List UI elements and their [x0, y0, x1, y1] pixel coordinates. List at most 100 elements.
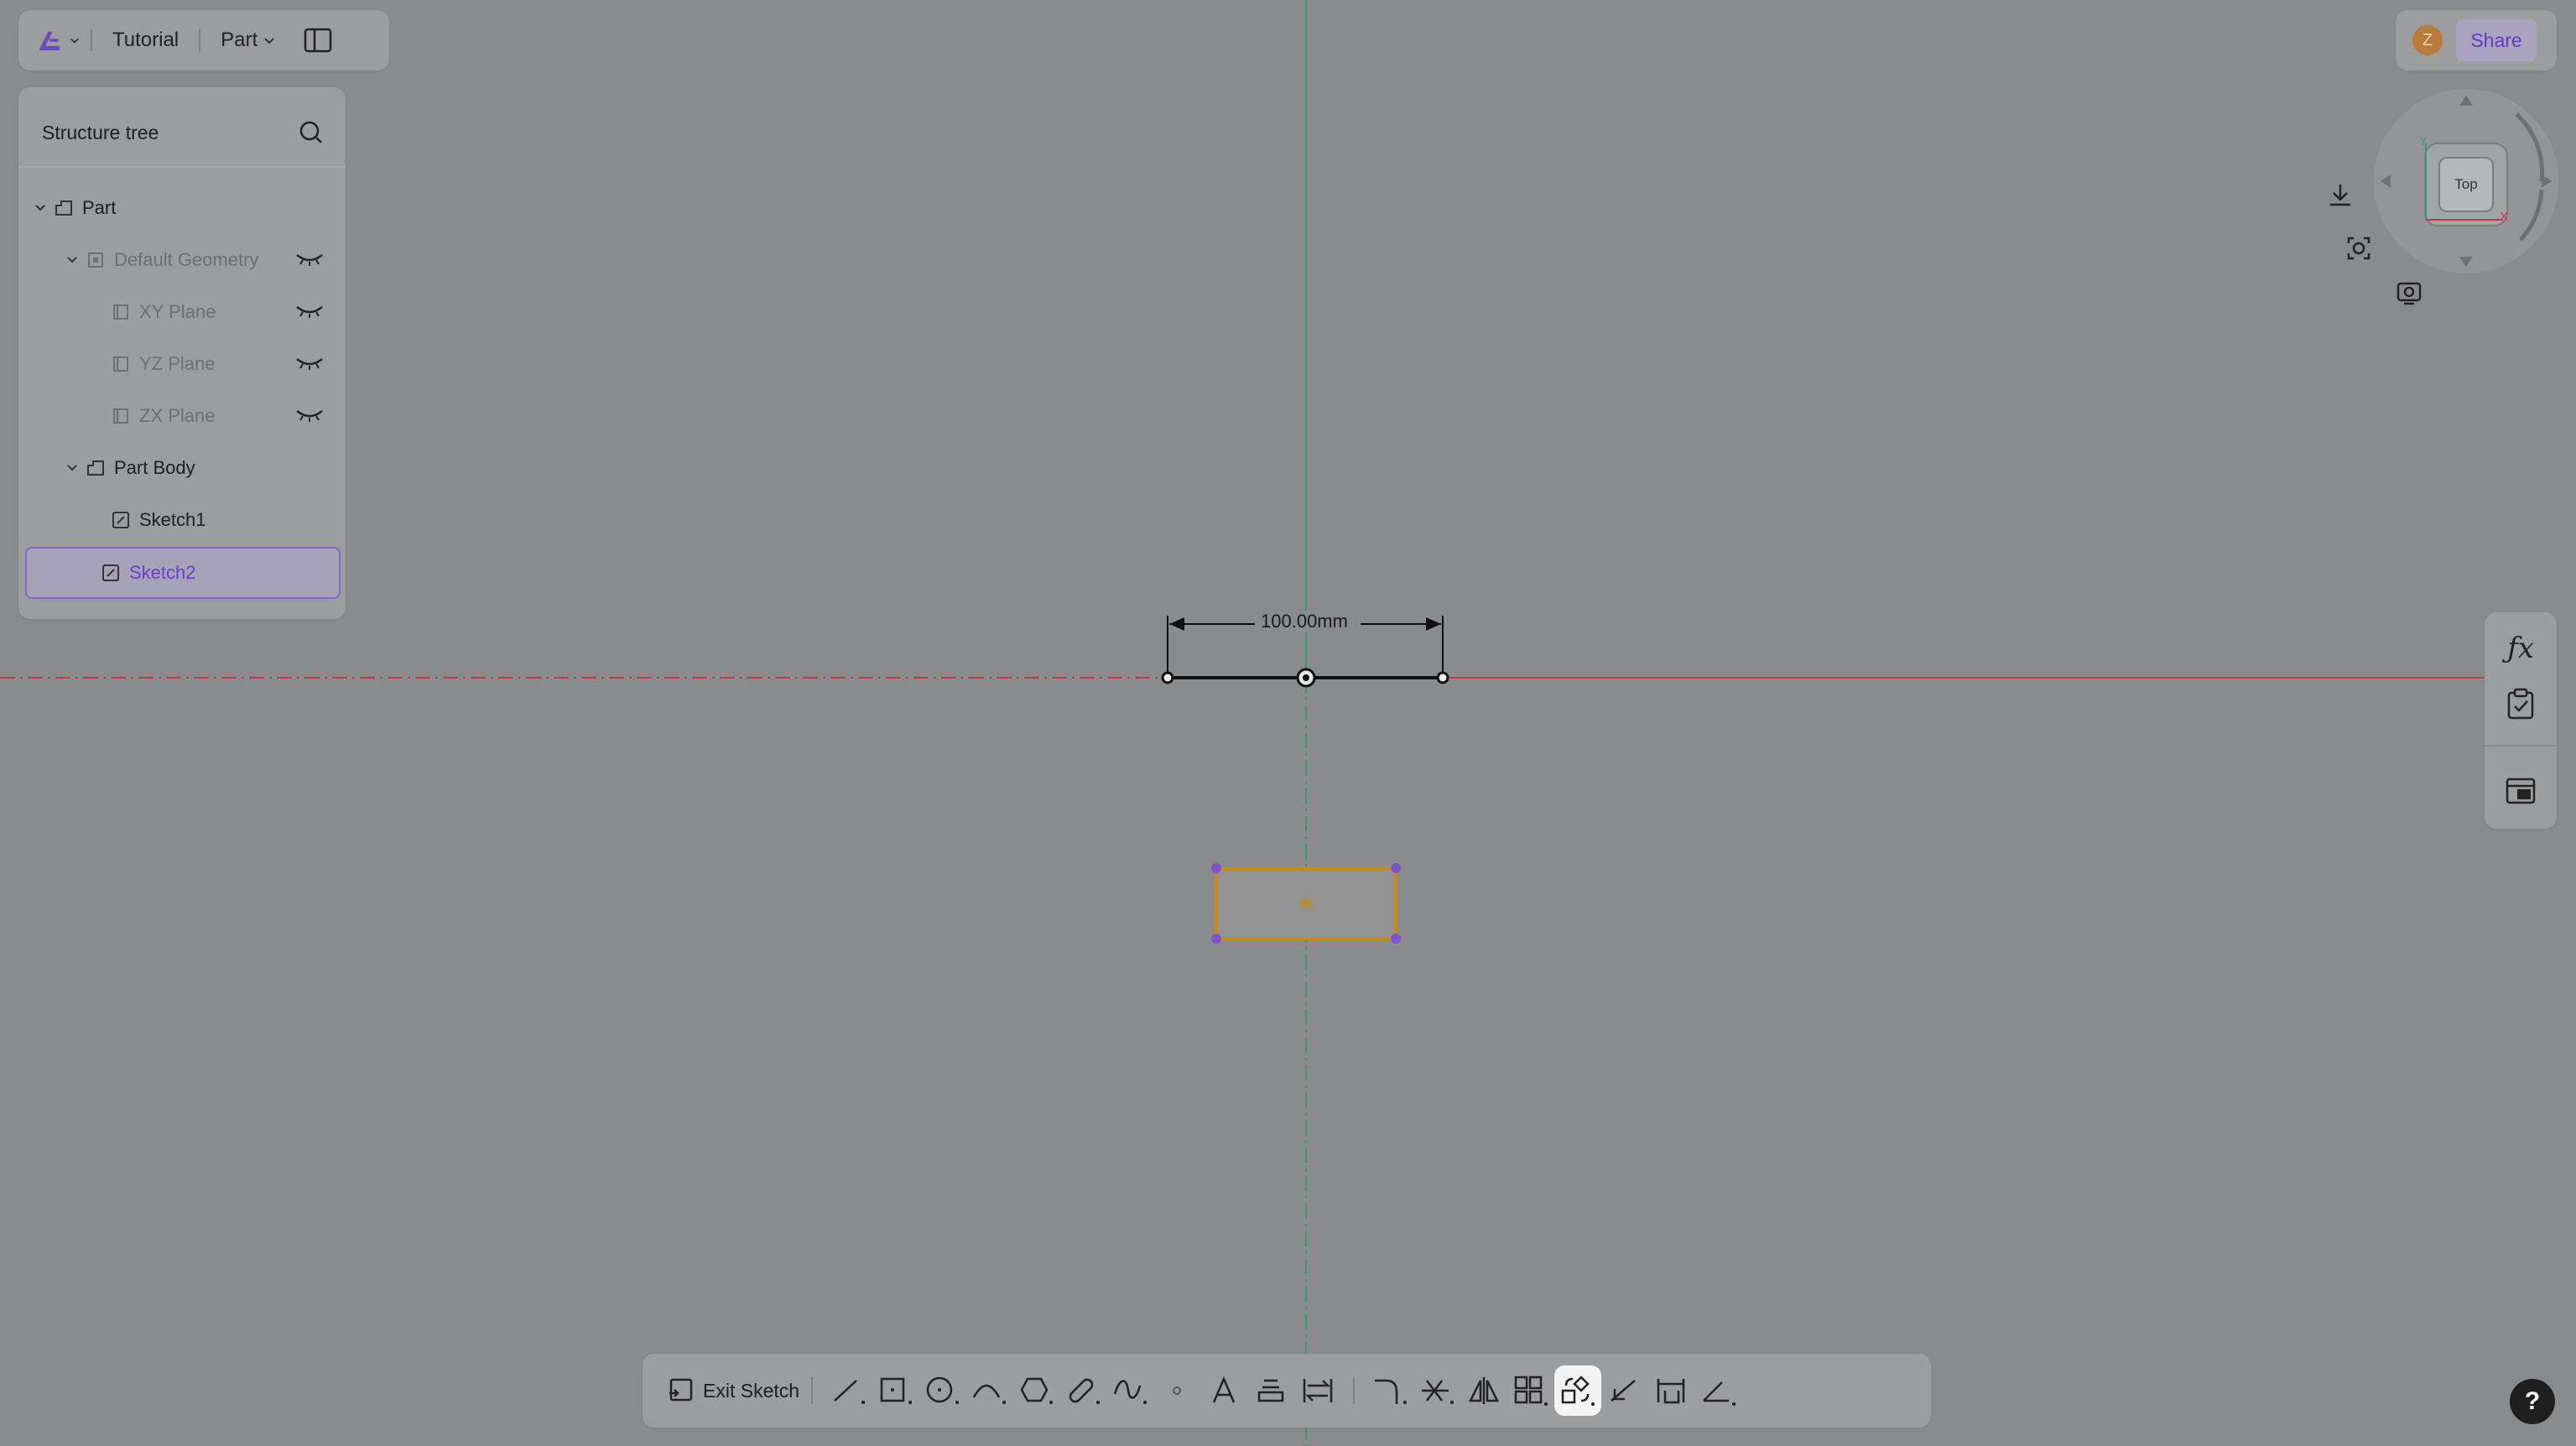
panel-toggle-button[interactable]: [301, 23, 335, 57]
display-mode-icon: [2396, 282, 2422, 305]
tree-item-sketch2[interactable]: Sketch2: [25, 547, 341, 599]
offset-icon: [1257, 1379, 1284, 1402]
top-left-bar: Tutorial Part: [18, 10, 389, 70]
transform-icon: [1561, 1376, 1595, 1406]
text-tool[interactable]: [1200, 1365, 1247, 1416]
tree-item-zx-plane[interactable]: ZX Plane: [27, 393, 337, 440]
formula-button[interactable]: ƒx: [2485, 621, 2557, 676]
plane-icon: [113, 304, 128, 320]
rectangle-corner-point: [1391, 863, 1401, 873]
axis-indicator: [2425, 143, 2503, 221]
sketch-canvas[interactable]: [0, 0, 2576, 1446]
eye-closed-icon[interactable]: [295, 304, 324, 319]
polygon-tool[interactable]: [1012, 1365, 1059, 1416]
eye-closed-icon[interactable]: [295, 408, 324, 423]
circle-tool[interactable]: [919, 1365, 965, 1416]
plane-icon: [113, 408, 128, 424]
polygon-icon: [1020, 1377, 1054, 1404]
exit-sketch-label: Exit Sketch: [703, 1379, 800, 1402]
tree-item-label: XY Plane: [139, 301, 216, 322]
dimension-arrow-left: [1169, 617, 1184, 631]
extend-tool[interactable]: [1601, 1365, 1648, 1416]
line-tool[interactable]: [825, 1365, 872, 1416]
properties-panel-button[interactable]: [2485, 763, 2557, 819]
arrow-down-icon: [2459, 257, 2473, 267]
rectangle-icon: [880, 1377, 913, 1404]
mode-label: Part: [221, 29, 258, 51]
orientation-button[interactable]: [2322, 176, 2359, 213]
project-name[interactable]: Tutorial: [112, 29, 179, 52]
arc-icon: [972, 1384, 1007, 1404]
transform-tool[interactable]: [1554, 1365, 1602, 1416]
display-mode-button[interactable]: [2391, 275, 2428, 312]
pattern-icon: [1514, 1376, 1548, 1406]
zoom-fit-button[interactable]: [2340, 230, 2377, 267]
chevron-down-icon[interactable]: [65, 253, 79, 267]
exit-sketch-button[interactable]: Exit Sketch: [668, 1376, 799, 1405]
pattern-tool[interactable]: [1507, 1365, 1554, 1416]
app-logo-menu[interactable]: [35, 19, 81, 61]
sketch-toolbar: Exit Sketch: [643, 1354, 1931, 1428]
share-button[interactable]: Share: [2456, 19, 2537, 61]
tree-item-part[interactable]: Part: [27, 185, 337, 231]
constraint-icon: [1703, 1381, 1736, 1406]
rectangle-tool[interactable]: [872, 1365, 919, 1416]
dimension-label[interactable]: 100.00mm: [1258, 611, 1350, 632]
tree-item-default-geometry[interactable]: Default Geometry: [27, 237, 337, 283]
arrow-left-icon: [2381, 174, 2391, 188]
origin-point-center: [1303, 674, 1309, 681]
fillet-tool[interactable]: [1366, 1365, 1413, 1416]
rectangle-corner-point: [1391, 934, 1401, 944]
spline-tool[interactable]: [1106, 1365, 1153, 1416]
project-tool[interactable]: [1294, 1365, 1341, 1416]
divider: [2485, 745, 2557, 746]
line-icon: [834, 1380, 866, 1404]
tree-item-yz-plane[interactable]: YZ Plane: [27, 341, 337, 388]
rotate-arrow-icon: [2519, 189, 2544, 242]
checklist-button[interactable]: [2485, 676, 2557, 731]
exit-sketch-icon: [669, 1378, 693, 1402]
tree-item-label: ZX Plane: [139, 405, 216, 426]
sketch-icon: [102, 564, 119, 581]
chevron-down-icon[interactable]: [65, 461, 79, 475]
chevron-down-icon[interactable]: [34, 201, 47, 215]
tree-item-part-body[interactable]: Part Body: [27, 445, 337, 492]
trim-tool[interactable]: [1413, 1365, 1460, 1416]
dimension-icon: [1657, 1379, 1685, 1404]
eye-closed-icon[interactable]: [295, 356, 324, 371]
constraint-tool[interactable]: [1695, 1365, 1742, 1416]
chevron-down-icon: [264, 38, 274, 44]
help-button[interactable]: ?: [2510, 1379, 2555, 1424]
dimension-tool[interactable]: [1648, 1365, 1695, 1416]
share-panel: Z Share: [2396, 10, 2557, 70]
circle-icon: [926, 1376, 960, 1404]
divider: [199, 29, 201, 51]
spline-icon: [1113, 1380, 1147, 1404]
structure-tree-header: Structure tree: [42, 116, 324, 149]
line-endpoint-left: [1161, 671, 1174, 684]
search-icon[interactable]: [299, 120, 324, 145]
slot-tool[interactable]: [1059, 1365, 1106, 1416]
app-logo-icon: [39, 31, 60, 50]
trim-icon: [1422, 1380, 1455, 1404]
sidebar-layout-icon: [304, 28, 332, 53]
point-tool[interactable]: [1153, 1365, 1200, 1416]
geometry-icon: [88, 252, 103, 268]
arc-tool[interactable]: [965, 1365, 1012, 1416]
point-icon: [1173, 1386, 1181, 1395]
mode-dropdown[interactable]: Part: [221, 29, 276, 52]
rotate-arrow-icon: [2515, 112, 2545, 182]
mirror-tool[interactable]: [1460, 1365, 1507, 1416]
zoom-fit-icon: [2347, 237, 2370, 260]
tree-item-sketch1[interactable]: Sketch1: [27, 497, 337, 544]
avatar[interactable]: Z: [2412, 25, 2443, 55]
part-icon: [55, 200, 72, 216]
tree-item-label: Sketch1: [139, 509, 206, 530]
part-body-icon: [87, 460, 104, 476]
rectangle-corner-point: [1211, 934, 1221, 944]
tree-item-xy-plane[interactable]: XY Plane: [27, 289, 337, 335]
slot-icon: [1069, 1378, 1101, 1404]
eye-closed-icon[interactable]: [295, 252, 324, 267]
offset-tool[interactable]: [1247, 1365, 1294, 1416]
plane-icon: [113, 356, 128, 372]
